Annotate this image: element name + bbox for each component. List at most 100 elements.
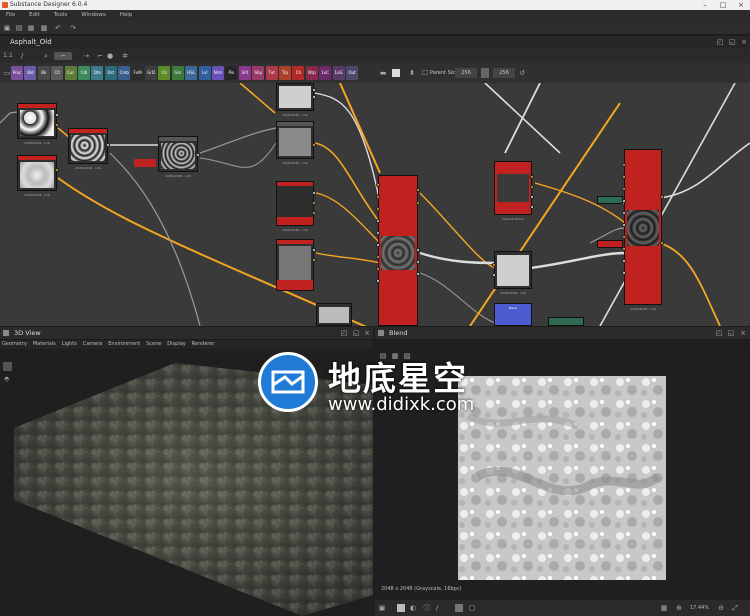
library-chip-bk[interactable]: Bk: [37, 66, 50, 80]
library-chip-grd[interactable]: GrD: [145, 66, 157, 80]
library-chip-pix[interactable]: Pix: [225, 66, 238, 80]
status-swatch-icon[interactable]: [455, 604, 463, 612]
menu-edit[interactable]: Edit: [23, 10, 46, 21]
status-gradient-icon[interactable]: ◐: [409, 604, 417, 612]
status-expand-icon[interactable]: ⤢: [731, 604, 739, 612]
parent-size-select[interactable]: 256: [455, 68, 477, 78]
view3d-tool-light-icon[interactable]: ⬘: [4, 376, 11, 383]
library-chip-wrp[interactable]: Wrp: [305, 66, 318, 80]
menu-file[interactable]: File: [0, 10, 21, 21]
graph-node-blend-8[interactable]: [316, 303, 352, 326]
library-chip-shp[interactable]: Shp: [252, 66, 265, 80]
comment-icon[interactable]: ▬: [379, 69, 387, 77]
view3d-menu-geometry[interactable]: Geometry: [0, 340, 29, 349]
library-chip-1og[interactable]: 1oG: [332, 66, 345, 80]
library-chip-grs[interactable]: Grs: [171, 66, 184, 80]
library-chip-bld[interactable]: Bld: [24, 66, 37, 80]
library-chip-out[interactable]: Out: [346, 66, 358, 80]
panel-maximize-icon[interactable]: ◱: [728, 38, 736, 46]
library-chip-cur[interactable]: Cur: [64, 66, 77, 80]
view3d-close-icon[interactable]: ×: [363, 329, 371, 337]
menu-help[interactable]: Help: [114, 10, 139, 21]
status-pipette-icon[interactable]: /: [433, 604, 441, 612]
library-chip-fxm[interactable]: FxM: [131, 66, 144, 80]
library-chip-dtn[interactable]: Dtn: [91, 66, 104, 80]
new-package-icon[interactable]: ▣: [3, 24, 11, 32]
graph-node-blend-4[interactable]: 2048x2048 - L16: [276, 83, 314, 117]
graph-node-small[interactable]: [134, 159, 156, 167]
library-chip-clr[interactable]: Clr: [158, 66, 171, 80]
size-select[interactable]: 256: [493, 68, 515, 78]
status-fit-icon[interactable]: [397, 604, 405, 612]
view3d-menu-materials[interactable]: Materials: [31, 340, 58, 349]
frame-icon[interactable]: /: [18, 52, 26, 60]
blend-close-icon[interactable]: ×: [739, 329, 747, 337]
maximize-icon[interactable]: □: [714, 0, 732, 10]
library-chip-hsl[interactable]: HSL: [185, 66, 198, 80]
graph-node-warp[interactable]: 2048x2048 - L16: [17, 155, 57, 197]
blend-maximize-icon[interactable]: ◱: [727, 329, 735, 337]
view3d-maximize-icon[interactable]: ◱: [352, 329, 360, 337]
size-lock-toggle[interactable]: [481, 68, 489, 78]
library-chip-ch[interactable]: Ch: [292, 66, 305, 80]
graph-node-material-blend-2[interactable]: Material Blend: [494, 161, 532, 221]
settings-icon[interactable]: ✲: [121, 52, 129, 60]
graph-node-blend-6[interactable]: 2048x2048 - L16: [494, 251, 532, 295]
graph-node-blend-7[interactable]: Blend: [494, 303, 532, 326]
reset-size-icon[interactable]: ↺: [518, 69, 526, 77]
status-view-icon[interactable]: ▣: [378, 604, 386, 612]
graph-node-blend-2[interactable]: 2048x2048 - L16: [68, 128, 108, 170]
view3d-float-icon[interactable]: ◰: [340, 329, 348, 337]
view3d-menu-lights[interactable]: Lights: [60, 340, 79, 349]
undo-icon[interactable]: ↶: [54, 24, 62, 32]
link-style-icon[interactable]: ⌐: [54, 52, 72, 60]
graph-node-blend-1[interactable]: 2048x2048 - L16: [17, 103, 57, 145]
graph-node-blend-3[interactable]: 2048x2048 - L16: [158, 136, 198, 178]
frame-node-icon[interactable]: [392, 69, 400, 77]
graph-node-material-2[interactable]: [276, 239, 314, 291]
open-icon[interactable]: ▤: [15, 24, 23, 32]
graph-canvas[interactable]: 2048x2048 - L16 2048x2048 - L16 2048x204…: [0, 83, 750, 326]
blend-float-icon[interactable]: ◰: [715, 329, 723, 337]
graph-node-material-blend-3[interactable]: 2048x2048 - L16: [624, 149, 662, 311]
panel-float-icon[interactable]: ◰: [716, 38, 724, 46]
graph-node-input-red[interactable]: [597, 240, 623, 248]
zoom-one-to-one[interactable]: 1:1: [3, 52, 13, 60]
library-chip-cdl[interactable]: Cdl: [78, 66, 90, 80]
library-chip-shf[interactable]: Shf: [238, 66, 251, 80]
library-chip-lvl[interactable]: Lvl: [198, 66, 211, 80]
bake-icon[interactable]: ●: [106, 52, 114, 60]
close-icon[interactable]: ×: [732, 0, 750, 10]
align-icon[interactable]: ⌐: [96, 52, 104, 60]
menu-tools[interactable]: Tools: [48, 10, 74, 21]
view3d-menu-environment[interactable]: Environment: [106, 340, 142, 349]
view3d-tool-select-icon[interactable]: [3, 362, 12, 371]
library-chip-nrm[interactable]: Nrm: [212, 66, 224, 80]
graph-node-input-green[interactable]: [597, 196, 623, 204]
library-chip-txt[interactable]: Txt: [265, 66, 278, 80]
library-chip-dst[interactable]: Dst: [104, 66, 117, 80]
view3d-menu-scene[interactable]: Scene: [144, 340, 163, 349]
library-chip-proc[interactable]: Proc: [11, 66, 23, 80]
status-zoom-icon[interactable]: ⊖: [717, 604, 725, 612]
status-grid-icon[interactable]: ▦: [660, 604, 668, 612]
library-chip-1oc[interactable]: 1oC: [319, 66, 332, 80]
view3d-viewport[interactable]: ⬘: [0, 350, 373, 616]
grid-icon[interactable]: ▩: [40, 24, 48, 32]
graph-node-material-1[interactable]: 2048x2048 - L16: [276, 181, 314, 232]
library-chip-ctl[interactable]: Ctl: [51, 66, 64, 80]
redo-icon[interactable]: ↷: [69, 24, 77, 32]
menu-windows[interactable]: Windows: [75, 10, 112, 21]
library-chip-trp[interactable]: Trp: [279, 66, 291, 80]
minimize-icon[interactable]: –: [696, 0, 714, 10]
view3d-menu-camera[interactable]: Camera: [81, 340, 105, 349]
view3d-menu-renderer[interactable]: Renderer: [190, 340, 217, 349]
graph-node-material-blend-1[interactable]: [378, 175, 418, 326]
parent-size-checkbox[interactable]: ☐: [421, 69, 429, 77]
view3d-menu-display[interactable]: Display: [165, 340, 187, 349]
status-lock-icon[interactable]: ▢: [468, 604, 476, 612]
graph-tab-title[interactable]: Asphalt_Old: [4, 36, 58, 49]
zoom-icon[interactable]: ⌕: [42, 52, 50, 60]
library-chip-cmb[interactable]: Cmb: [118, 66, 131, 80]
pin-icon[interactable]: ⬍: [408, 69, 416, 77]
